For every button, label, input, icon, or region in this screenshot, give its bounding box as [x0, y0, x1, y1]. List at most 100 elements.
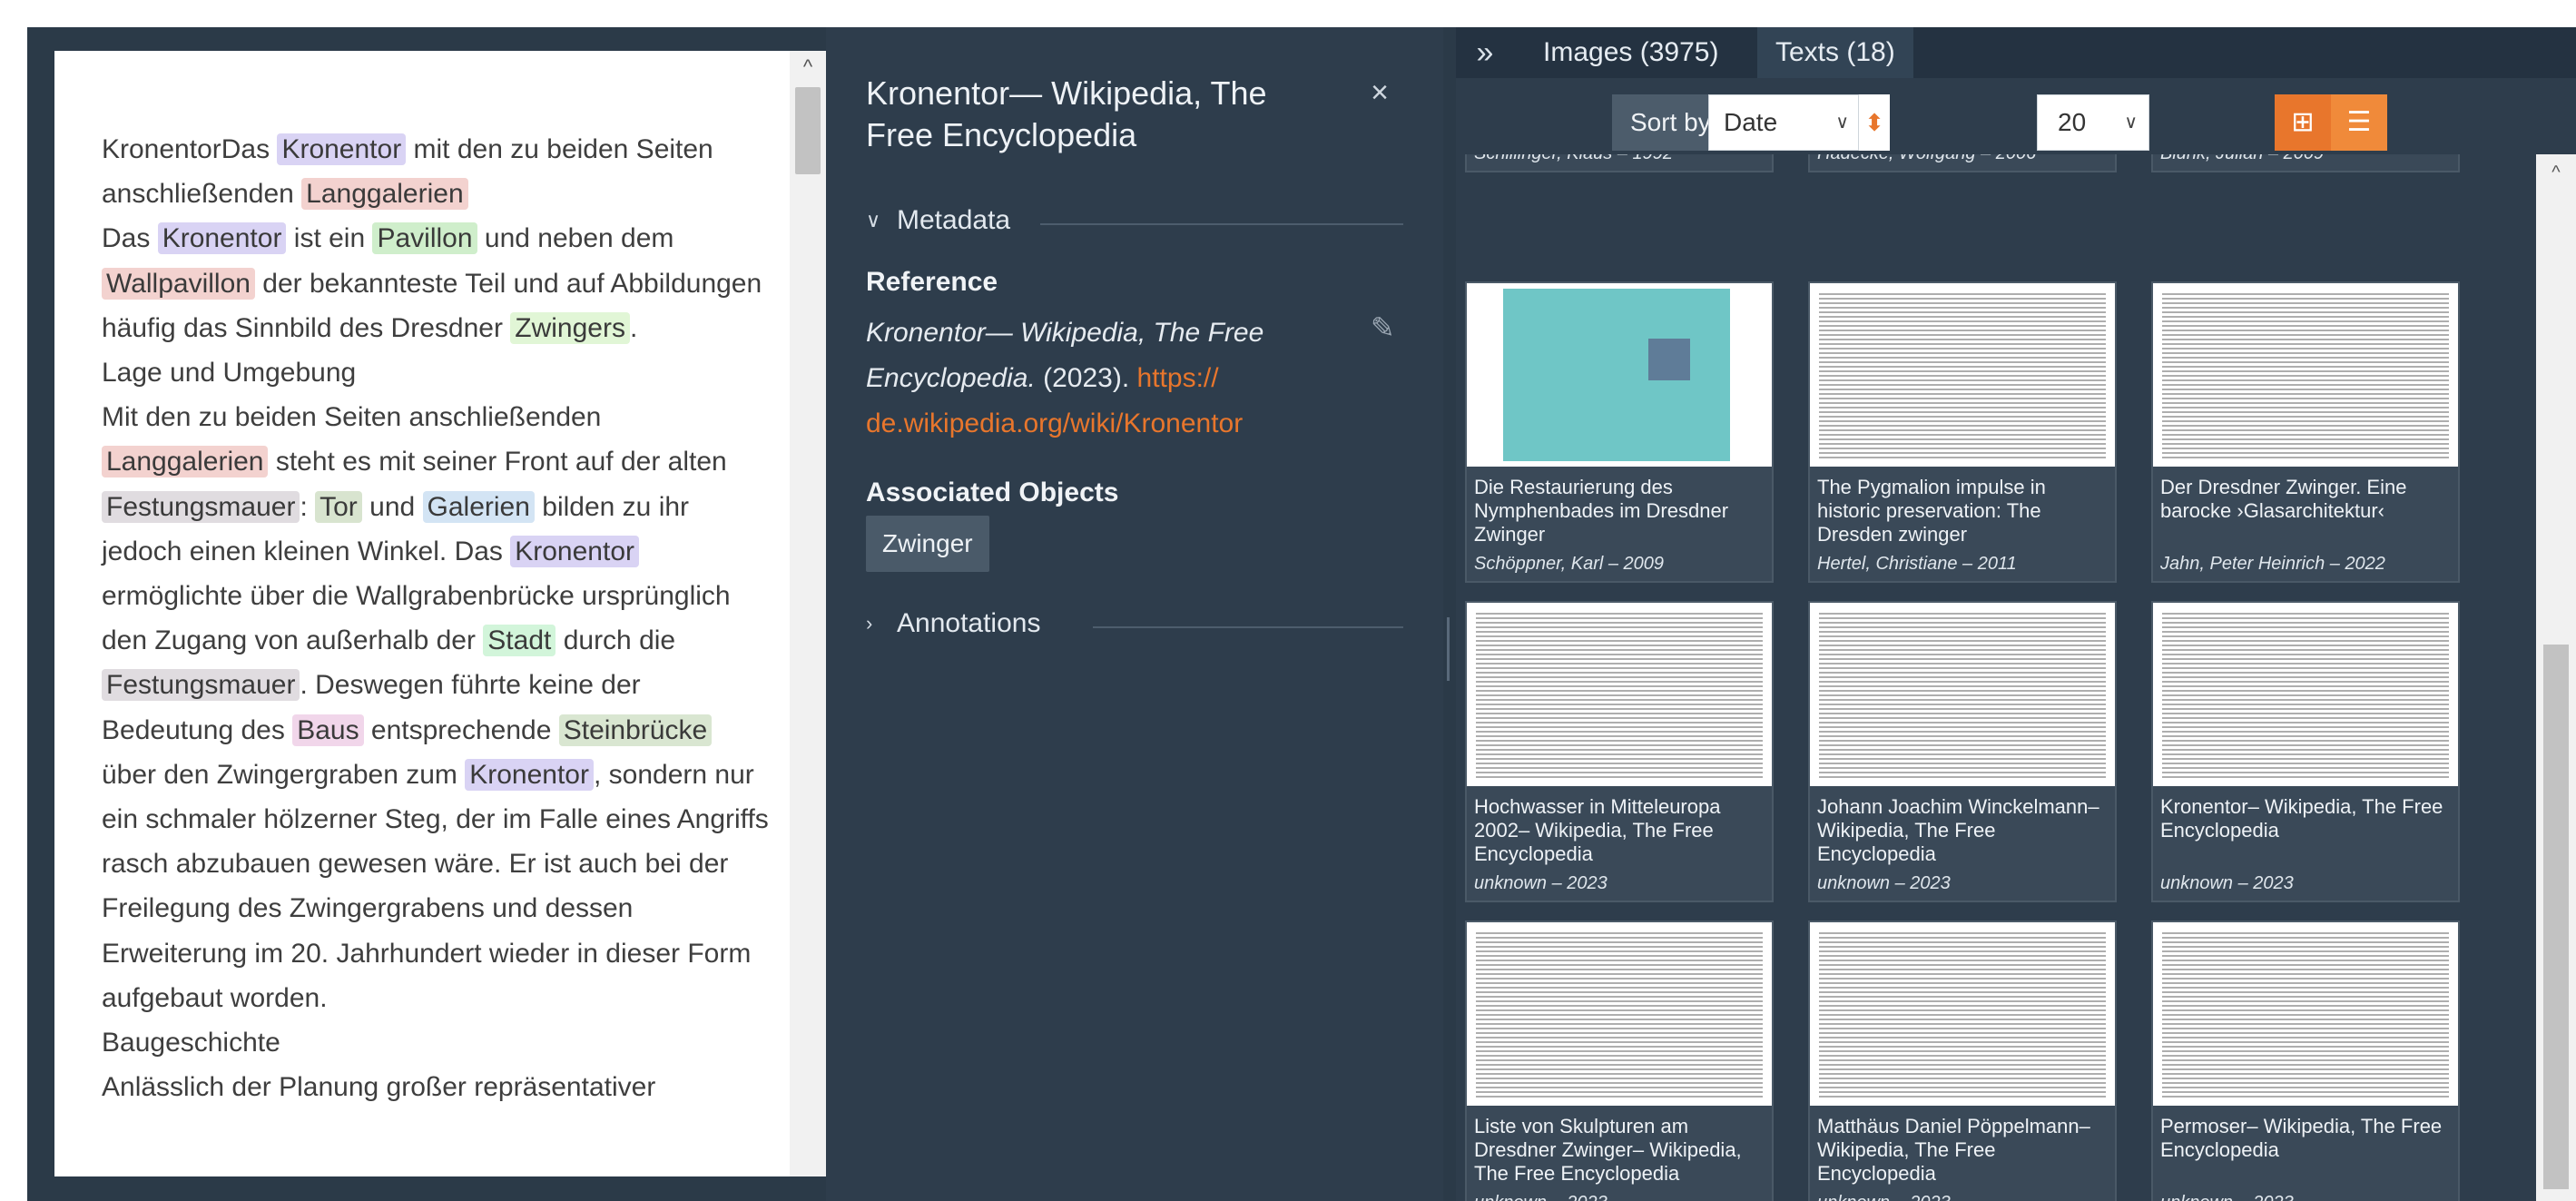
entity-highlight[interactable]: Kronentor [465, 758, 594, 791]
text-card[interactable]: Permoser– Wikipedia, The Free Encycloped… [2151, 920, 2460, 1201]
card-title: Permoser– Wikipedia, The Free Encycloped… [2160, 1115, 2443, 1161]
reference-year: (2023). [1035, 363, 1137, 393]
card-author: unknown – 2023 [1474, 1193, 1608, 1201]
text-card[interactable]: Glanz, Katastrophe und AufbruchHädecke, … [1808, 154, 2117, 172]
document-preview [2162, 290, 2449, 459]
card-author: Hertel, Christiane – 2011 [1817, 554, 2017, 574]
text-paragraph: Mit den zu beiden Seiten anschließenden … [102, 395, 772, 1020]
annotated-text-panel: KronentorDas Kronentor mit den zu beiden… [54, 51, 826, 1176]
card-thumbnail [1810, 603, 2115, 786]
card-author: unknown – 2023 [1474, 873, 1608, 893]
text-card[interactable]: Liste von Skulpturen am Dresdner Zwinger… [1465, 920, 1774, 1201]
card-title: Liste von Skulpturen am Dresdner Zwinger… [1474, 1115, 1742, 1185]
entity-highlight[interactable]: Kronentor [157, 222, 287, 255]
entity-highlight[interactable]: Kronentor [510, 535, 639, 567]
text-fade [54, 1140, 790, 1176]
card-title: Der Dresdner Zwinger. Eine barocke ›Glas… [2160, 476, 2407, 522]
entity-highlight[interactable]: Tor [315, 490, 362, 523]
entity-highlight[interactable]: Stadt [483, 625, 556, 657]
entity-highlight[interactable]: Festungsmauer [102, 490, 300, 523]
reference-text: Kronentor— Wikipedia, The Free Encyclope… [866, 310, 1338, 447]
text-card[interactable]: Die Restaurierung des Nymphenbades im Dr… [1465, 281, 1774, 583]
text-scrollbar-thumb[interactable] [795, 87, 821, 174]
entity-highlight[interactable]: Wallpavillon [102, 267, 255, 300]
text-card[interactable]: Hochwasser in Mitteleuropa 2002– Wikiped… [1465, 601, 1774, 902]
annotations-divider [1093, 626, 1403, 628]
text-card[interactable]: Konstruktion kultureller Traditionen ein… [2151, 154, 2460, 172]
scroll-up-icon[interactable]: ^ [790, 51, 826, 84]
expand-panel-icon[interactable]: » [1467, 33, 1503, 73]
annotations-toggle[interactable]: › Annotations [866, 608, 1040, 639]
scroll-up-icon[interactable]: ^ [2536, 154, 2576, 191]
card-author: unknown – 2023 [1817, 1193, 1951, 1201]
document-preview [2162, 610, 2449, 779]
text-paragraph: Lage und Umgebung [102, 350, 772, 395]
text-span: Baugeschichte [102, 1028, 280, 1058]
text-card[interactable]: Kronentor– Wikipedia, The Free Encyclope… [2151, 601, 2460, 902]
entity-highlight[interactable]: Langgalerien [301, 178, 468, 211]
list-view-icon[interactable]: ☰ [2331, 94, 2387, 151]
text-span: steht es mit seiner Front auf der alten [268, 447, 727, 477]
tab-texts[interactable]: Texts (18) [1757, 27, 1913, 78]
per-page-select[interactable]: 20 ∨ [2037, 94, 2149, 151]
text-paragraph: KronentorDas Kronentor mit den zu beiden… [102, 127, 772, 216]
text-scrollbar[interactable]: ^ [790, 51, 826, 1176]
panel-splitter[interactable] [1443, 27, 1456, 1201]
card-title: Matthäus Daniel Pöppelmann– Wikipedia, T… [1817, 1115, 2090, 1185]
chevron-down-icon: ∨ [866, 209, 881, 231]
chevron-down-icon: ∨ [1835, 113, 1849, 133]
entity-highlight[interactable]: Galerien [422, 490, 535, 523]
splitter-grip[interactable] [1447, 617, 1450, 681]
chevron-down-icon: ∨ [2124, 113, 2138, 133]
text-span: Lage und Umgebung [102, 358, 357, 389]
card-title: Kronentor– Wikipedia, The Free Encyclope… [2160, 795, 2443, 842]
card-title: Johann Joachim Winckelmann– Wikipedia, T… [1817, 795, 2099, 865]
card-thumbnail [1810, 922, 2115, 1106]
associated-object-tag[interactable]: Zwinger [866, 516, 989, 572]
tab-images[interactable]: Images (3975) [1525, 27, 1736, 78]
text-card[interactable]: Johann Joachim Winckelmann– Wikipedia, T… [1808, 601, 2117, 902]
text-span: durch die [556, 625, 676, 656]
detail-title: Kronentor— Wikipedia, The Free Encyclope… [866, 74, 1267, 153]
text-span: Mit den zu beiden Seiten anschließenden [102, 402, 602, 433]
text-card[interactable]: Matthäus Daniel Pöppelmann– Wikipedia, T… [1808, 920, 2117, 1201]
metadata-toggle[interactable]: ∨ Metadata [866, 205, 1010, 236]
metadata-label: Metadata [897, 205, 1011, 235]
window-frame-left [0, 0, 27, 1201]
entity-highlight[interactable]: Langgalerien [102, 446, 269, 478]
pencil-icon[interactable]: ✎ [1371, 310, 1403, 347]
close-icon[interactable]: × [1362, 74, 1398, 111]
card-author: unknown – 2023 [2160, 1193, 2294, 1201]
document-preview [1819, 290, 2106, 459]
card-thumbnail [1467, 283, 1772, 467]
card-thumbnail [1467, 603, 1772, 786]
entity-highlight[interactable]: Steinbrücke [558, 714, 713, 746]
text-card[interactable]: Der Dresdner Zwinger. Eine barocke ›Glas… [2151, 281, 2460, 583]
text-paragraph: Das Kronentor ist ein Pavillon und neben… [102, 216, 772, 350]
text-span: : [300, 491, 316, 522]
entity-highlight[interactable]: Pavillon [372, 222, 477, 255]
associated-objects-label: Associated Objects [866, 477, 1119, 507]
text-span: . [629, 312, 638, 343]
card-author: unknown – 2023 [1817, 873, 1951, 893]
entity-highlight[interactable]: Kronentor [277, 133, 407, 165]
text-card[interactable]: The Pygmalion impulse in historic preser… [1808, 281, 2117, 583]
document-preview [1819, 930, 2106, 1098]
sort-direction-icon[interactable]: ⬍ [1859, 94, 1890, 151]
text-card[interactable]: Physikalische Salon im Dresdner ZwingerS… [1465, 154, 1774, 172]
reference-label: Reference [866, 267, 998, 297]
gallery-scrollbar[interactable]: ^ [2536, 154, 2576, 1201]
card-thumbnail [2153, 922, 2458, 1106]
chevron-right-icon: › [866, 612, 873, 635]
gallery-scrollbar-thumb[interactable] [2543, 645, 2569, 1189]
sort-select-value: Date [1724, 108, 1778, 136]
window-frame-top [0, 0, 2576, 27]
sort-select[interactable]: Date ∨ [1708, 94, 1859, 151]
text-span: entsprechende [363, 714, 559, 745]
card-title: The Pygmalion impulse in historic preser… [1817, 476, 2046, 546]
grid-view-icon[interactable]: ⊞ [2275, 94, 2331, 151]
entity-highlight[interactable]: Zwingers [510, 311, 630, 344]
entity-highlight[interactable]: Baus [292, 714, 364, 746]
entity-highlight[interactable]: Festungsmauer [102, 669, 300, 702]
per-page-value: 20 [2058, 108, 2087, 136]
